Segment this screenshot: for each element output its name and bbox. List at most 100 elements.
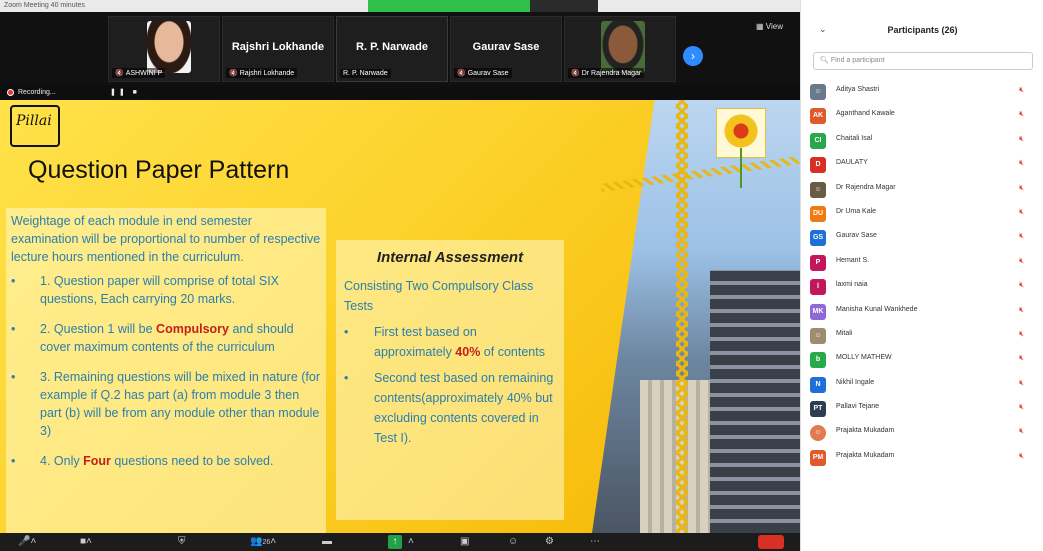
- muted-mic-icon: 🔇: [457, 70, 466, 77]
- view-options-banner[interactable]: [530, 0, 598, 12]
- video-tile-active[interactable]: R. P. Narwade R. P. Narwade: [336, 16, 448, 82]
- participant-row[interactable]: l laxmi naia 🔇︎: [801, 275, 1043, 299]
- muted-mic-icon[interactable]: 🔇︎: [1019, 85, 1024, 95]
- muted-mic-icon[interactable]: 🔇︎: [1019, 207, 1024, 217]
- share-screen-button[interactable]: ↑: [388, 535, 402, 549]
- record-icon[interactable]: ▣: [460, 535, 469, 549]
- participant-name: laxmi naia: [836, 281, 868, 289]
- muted-mic-icon[interactable]: 🔇︎: [1019, 426, 1024, 436]
- avatar: PT: [810, 401, 826, 418]
- participant-row[interactable]: ☺ Aditya Shastri 🔇︎: [801, 80, 1043, 104]
- video-strip: 🔇 ASHWINI P Rajshri Lokhande 🔇 Rajshri Lok…: [0, 12, 800, 85]
- participant-name: Aganthand Kawale: [836, 110, 895, 118]
- muted-mic-icon[interactable]: 🔇︎: [1019, 451, 1024, 461]
- more-icon[interactable]: ⋯: [590, 535, 600, 549]
- talking-banner: [368, 0, 530, 12]
- signature-logo: Pillai: [10, 105, 60, 147]
- video-tile[interactable]: 🔇 Dr Rajendra Magar: [564, 16, 676, 82]
- list-item: Second test based on remaining contents(…: [344, 368, 556, 448]
- participants-button[interactable]: 👥26˄: [250, 535, 276, 549]
- share-options-icon[interactable]: ˄: [408, 535, 414, 549]
- assessment-intro: Consisting Two Compulsory Class Tests: [344, 279, 534, 313]
- participants-panel: ⌄ Participants (26) 🔍︎ Find a participan…: [800, 0, 1043, 551]
- participant-row[interactable]: PT Pallavi Tejane 🔇︎: [801, 397, 1043, 421]
- highlight-text: Compulsory: [156, 322, 229, 336]
- end-meeting-button[interactable]: [758, 535, 784, 549]
- participant-name: MOLLY MATHEW: [836, 354, 892, 362]
- tile-name: Rajshri Lokhande: [231, 41, 325, 53]
- participant-row[interactable]: DU Dr Uma Kale 🔇︎: [801, 202, 1043, 226]
- muted-mic-icon[interactable]: 🔇︎: [1019, 402, 1024, 412]
- avatar: AK: [810, 108, 826, 125]
- participant-list: ☺ Aditya Shastri 🔇︎ AK Aganthand Kawale 🔇︎ C…: [801, 80, 1043, 470]
- muted-mic-icon[interactable]: 🔇︎: [1019, 158, 1024, 168]
- avatar: ☺: [810, 425, 826, 442]
- muted-mic-icon[interactable]: 🔇︎: [1019, 329, 1024, 339]
- tile-label: R. P. Narwade: [340, 69, 391, 78]
- muted-mic-icon[interactable]: 🔇︎: [1019, 256, 1024, 266]
- assessment-list: First test based on approximately 40% of…: [344, 322, 556, 448]
- crane-mast: [676, 100, 688, 533]
- video-camera-icon[interactable]: ■˄: [80, 535, 92, 549]
- avatar: ☺: [810, 327, 826, 344]
- participant-search-input[interactable]: 🔍︎ Find a participant: [813, 52, 1033, 70]
- muted-mic-icon[interactable]: 🔇︎: [1019, 109, 1024, 119]
- muted-mic-icon[interactable]: 🔇︎: [1019, 378, 1024, 388]
- muted-mic-icon[interactable]: 🔇︎: [1019, 183, 1024, 193]
- muted-mic-icon[interactable]: 🔇︎: [1019, 305, 1024, 315]
- mute-mic-icon[interactable]: 🎤˄: [18, 535, 36, 549]
- chat-icon[interactable]: ▬: [322, 535, 332, 549]
- participant-row[interactable]: b MOLLY MATHEW 🔇︎: [801, 348, 1043, 372]
- avatar: D: [810, 157, 826, 174]
- apps-icon[interactable]: ⚙: [545, 535, 554, 549]
- shared-slide: Pillai Question Paper Pattern Weightage …: [0, 100, 800, 533]
- participant-row[interactable]: GS Gaurav Sase 🔇︎: [801, 226, 1043, 250]
- muted-mic-icon[interactable]: 🔇︎: [1019, 353, 1024, 363]
- recording-indicator: Recording... ❚❚ ■: [0, 85, 800, 100]
- participant-name: Chaitali Isal: [836, 134, 873, 142]
- participant-row[interactable]: CI Chaitali Isal 🔇︎: [801, 129, 1043, 153]
- participant-row[interactable]: MK Manisha Kunal Wankhede 🔇︎: [801, 300, 1043, 324]
- highlight-text: 40%: [455, 345, 481, 359]
- tile-name: R. P. Narwade: [356, 41, 428, 53]
- participant-name: Dr Uma Kale: [836, 207, 877, 215]
- participant-row[interactable]: ☺ Dr Rajendra Magar 🔇︎: [801, 178, 1043, 202]
- tile-label: 🔇 ASHWINI P: [112, 68, 166, 78]
- view-button[interactable]: ▦ View: [756, 22, 783, 31]
- muted-mic-icon[interactable]: 🔇︎: [1019, 134, 1024, 144]
- internal-assessment-box: Internal Assessment Consisting Two Compu…: [336, 240, 564, 520]
- participant-row[interactable]: AK Aganthand Kawale 🔇︎: [801, 104, 1043, 128]
- recording-controls[interactable]: ❚❚ ■: [110, 85, 140, 100]
- tile-label: 🔇 Rajshri Lokhande: [226, 68, 298, 78]
- muted-mic-icon: 🔇: [115, 70, 124, 77]
- muted-mic-icon[interactable]: 🔇︎: [1019, 231, 1024, 241]
- participant-name: Pallavi Tejane: [836, 403, 880, 411]
- participant-row[interactable]: D DAULATY 🔇︎: [801, 153, 1043, 177]
- participant-name: Prajakta Mukadam: [836, 451, 895, 459]
- video-tile[interactable]: Rajshri Lokhande 🔇 Rajshri Lokhande: [222, 16, 334, 82]
- tile-label: 🔇 Gaurav Sase: [454, 68, 512, 78]
- next-page-button[interactable]: ›: [683, 46, 703, 66]
- window-titlebar: Zoom Meeting 40 minutes: [0, 0, 800, 12]
- reactions-icon[interactable]: ☺: [508, 535, 518, 549]
- participant-row[interactable]: ☺ Prajakta Mukadam 🔇︎: [801, 421, 1043, 445]
- participant-row[interactable]: ☺ Mitali 🔇︎: [801, 324, 1043, 348]
- participant-row[interactable]: PM Prajakta Mukadam 🔇︎: [801, 446, 1043, 470]
- panel-header: ⌄ Participants (26): [801, 18, 1043, 44]
- participant-name: Gaurav Sase: [836, 232, 877, 240]
- avatar: ☺: [810, 181, 826, 198]
- list-item: 1. Question paper will comprise of total…: [11, 272, 321, 308]
- video-tile[interactable]: 🔇 ASHWINI P: [108, 16, 220, 82]
- meeting-toolbar: 🎤˄ ■˄ ⛨ 👥26˄ ▬ ↑ ˄ ▣ ☺ ⚙ ⋯: [0, 533, 800, 551]
- recording-dot-icon: [7, 89, 14, 96]
- participant-row[interactable]: N Nikhil Ingale 🔇︎: [801, 373, 1043, 397]
- participant-row[interactable]: P Hemant S. 🔇︎: [801, 251, 1043, 275]
- security-shield-icon[interactable]: ⛨: [178, 535, 186, 549]
- participant-name: Aditya Shastri: [836, 86, 880, 93]
- tile-label: 🔇 Dr Rajendra Magar: [568, 68, 645, 78]
- video-tile[interactable]: Gaurav Sase 🔇 Gaurav Sase: [450, 16, 562, 82]
- avatar: DU: [810, 205, 826, 222]
- avatar: P: [810, 254, 826, 271]
- avatar: N: [810, 376, 826, 393]
- muted-mic-icon[interactable]: 🔇︎: [1019, 280, 1024, 290]
